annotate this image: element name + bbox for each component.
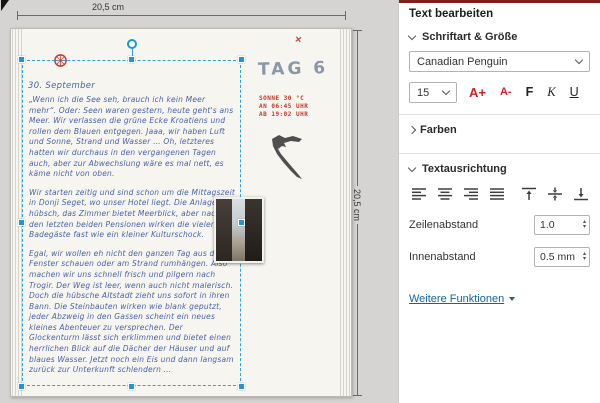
resize-handle-bottom-left[interactable] bbox=[18, 383, 25, 390]
page-width-label: 20,5 cm bbox=[88, 2, 128, 12]
font-size-value: 15 bbox=[417, 87, 429, 99]
increase-font-button[interactable]: A+ bbox=[467, 84, 488, 101]
align-center-button[interactable] bbox=[435, 185, 455, 203]
align-justify-button[interactable] bbox=[487, 185, 507, 203]
section-label: Schriftart & Größe bbox=[422, 31, 517, 43]
section-label: Textausrichtung bbox=[422, 163, 507, 175]
resize-handle-bottom-right[interactable] bbox=[238, 383, 245, 390]
step-down-icon[interactable]: ▾ bbox=[583, 225, 586, 230]
resize-handle-top-left[interactable] bbox=[18, 56, 25, 63]
chevron-down-icon bbox=[408, 163, 416, 171]
page-binding-left bbox=[12, 29, 22, 396]
line-spacing-stepper[interactable]: 1.0 ▴ ▾ bbox=[534, 215, 590, 235]
resize-handle-top-right[interactable] bbox=[238, 56, 245, 63]
resize-handle-bottom-middle[interactable] bbox=[128, 383, 135, 390]
red-x-mark: × bbox=[294, 34, 302, 47]
more-functions-link[interactable]: Weitere Funktionen bbox=[409, 293, 515, 305]
page-height-label: 20,5 cm bbox=[350, 186, 364, 224]
valign-bottom-button[interactable] bbox=[571, 185, 591, 203]
font-family-value: Canadian Penguin bbox=[417, 56, 508, 68]
photo-right-wall bbox=[245, 199, 262, 261]
photo-left-wall bbox=[216, 199, 232, 261]
stamp-line: SONNE 30 °C bbox=[259, 95, 308, 103]
line-spacing-label: Zeilenabstand bbox=[409, 219, 478, 231]
cursor-artifact bbox=[1, 0, 9, 11]
align-right-button[interactable] bbox=[461, 185, 481, 203]
stamp-line: AN 06:45 UHR bbox=[259, 103, 308, 111]
section-text-alignment[interactable]: Textausrichtung bbox=[399, 154, 600, 181]
chevron-down-icon bbox=[408, 31, 416, 39]
step-down-icon[interactable]: ▾ bbox=[583, 257, 586, 262]
text-edit-panel: Text bearbeiten Schriftart & Größe Canad… bbox=[398, 0, 600, 403]
dropdown-triangle-icon bbox=[509, 297, 515, 301]
section-colors[interactable]: Farben bbox=[399, 115, 600, 142]
decrease-font-button[interactable]: A- bbox=[498, 85, 514, 100]
page-title: TAG 6 bbox=[258, 58, 329, 80]
horizontal-measure-line bbox=[17, 15, 346, 16]
resize-handle-top-middle[interactable] bbox=[128, 56, 135, 63]
section-label: Farben bbox=[420, 124, 457, 136]
date-stamps: SONNE 30 °C AN 06:45 UHR AB 19:02 UHR bbox=[259, 95, 308, 119]
page-binding-right bbox=[340, 29, 350, 396]
inner-spacing-stepper[interactable]: 0.5 mm ▴ ▾ bbox=[534, 247, 590, 267]
font-size-select[interactable]: 15 bbox=[409, 82, 457, 103]
chevron-down-icon bbox=[442, 87, 450, 95]
chevron-right-icon bbox=[408, 126, 416, 134]
underline-button[interactable]: U bbox=[568, 84, 581, 101]
panel-title: Text bearbeiten bbox=[399, 3, 600, 22]
croatia-map-silhouette bbox=[269, 133, 309, 186]
bold-button[interactable]: F bbox=[524, 84, 536, 101]
more-functions-label: Weitere Funktionen bbox=[409, 293, 504, 305]
valign-middle-button[interactable] bbox=[545, 185, 565, 203]
align-left-button[interactable] bbox=[409, 185, 429, 203]
resize-handle-middle-left[interactable] bbox=[18, 219, 25, 226]
line-spacing-value: 1.0 bbox=[535, 216, 583, 234]
chevron-down-icon bbox=[575, 56, 583, 64]
alley-photo[interactable] bbox=[214, 197, 264, 263]
stamp-line: AB 19:02 UHR bbox=[259, 111, 308, 119]
resize-handle-middle-right[interactable] bbox=[238, 219, 245, 226]
photo-alley-strip bbox=[232, 199, 245, 261]
app-window: 20,5 cm 20,5 cm 30. September „Wenn ich … bbox=[0, 0, 600, 403]
inner-spacing-value: 0.5 mm bbox=[535, 248, 583, 266]
section-font-size[interactable]: Schriftart & Größe bbox=[399, 22, 600, 49]
editor-canvas[interactable]: 20,5 cm 20,5 cm 30. September „Wenn ich … bbox=[0, 0, 398, 403]
valign-top-button[interactable] bbox=[519, 185, 539, 203]
italic-button[interactable]: K bbox=[545, 84, 557, 101]
rotation-handle[interactable] bbox=[127, 39, 137, 49]
inner-spacing-label: Innenabstand bbox=[409, 251, 476, 263]
alignment-toolbar bbox=[409, 185, 590, 203]
text-frame-selection[interactable] bbox=[22, 60, 241, 386]
font-family-select[interactable]: Canadian Penguin bbox=[409, 51, 590, 72]
